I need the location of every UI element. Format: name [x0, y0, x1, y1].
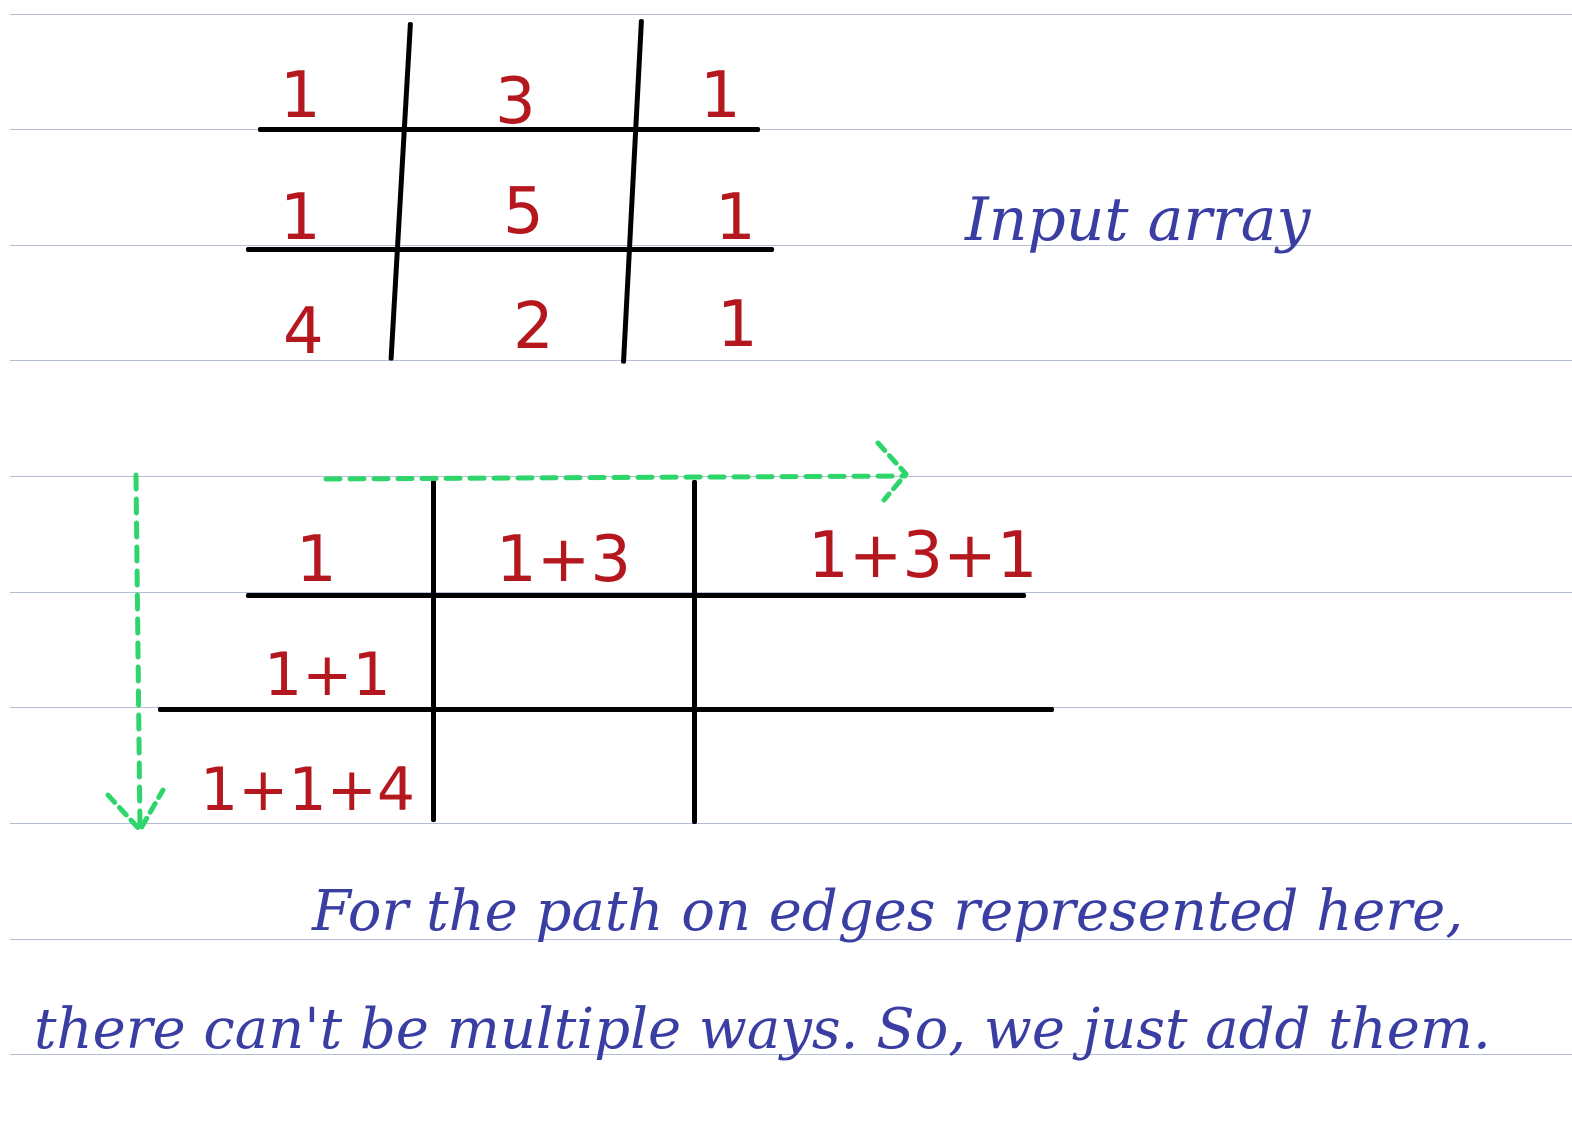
note-line-2: there can't be multiple ways. So, we jus… — [34, 997, 1491, 1062]
direction-arrows — [105, 440, 909, 833]
down-arrow-shaft — [133, 472, 143, 831]
right-arrow-head — [875, 440, 909, 503]
right-arrow-shaft — [323, 473, 908, 482]
down-arrow-head — [105, 787, 166, 833]
note-line-1: For the path on edges represented here, — [312, 879, 1464, 944]
